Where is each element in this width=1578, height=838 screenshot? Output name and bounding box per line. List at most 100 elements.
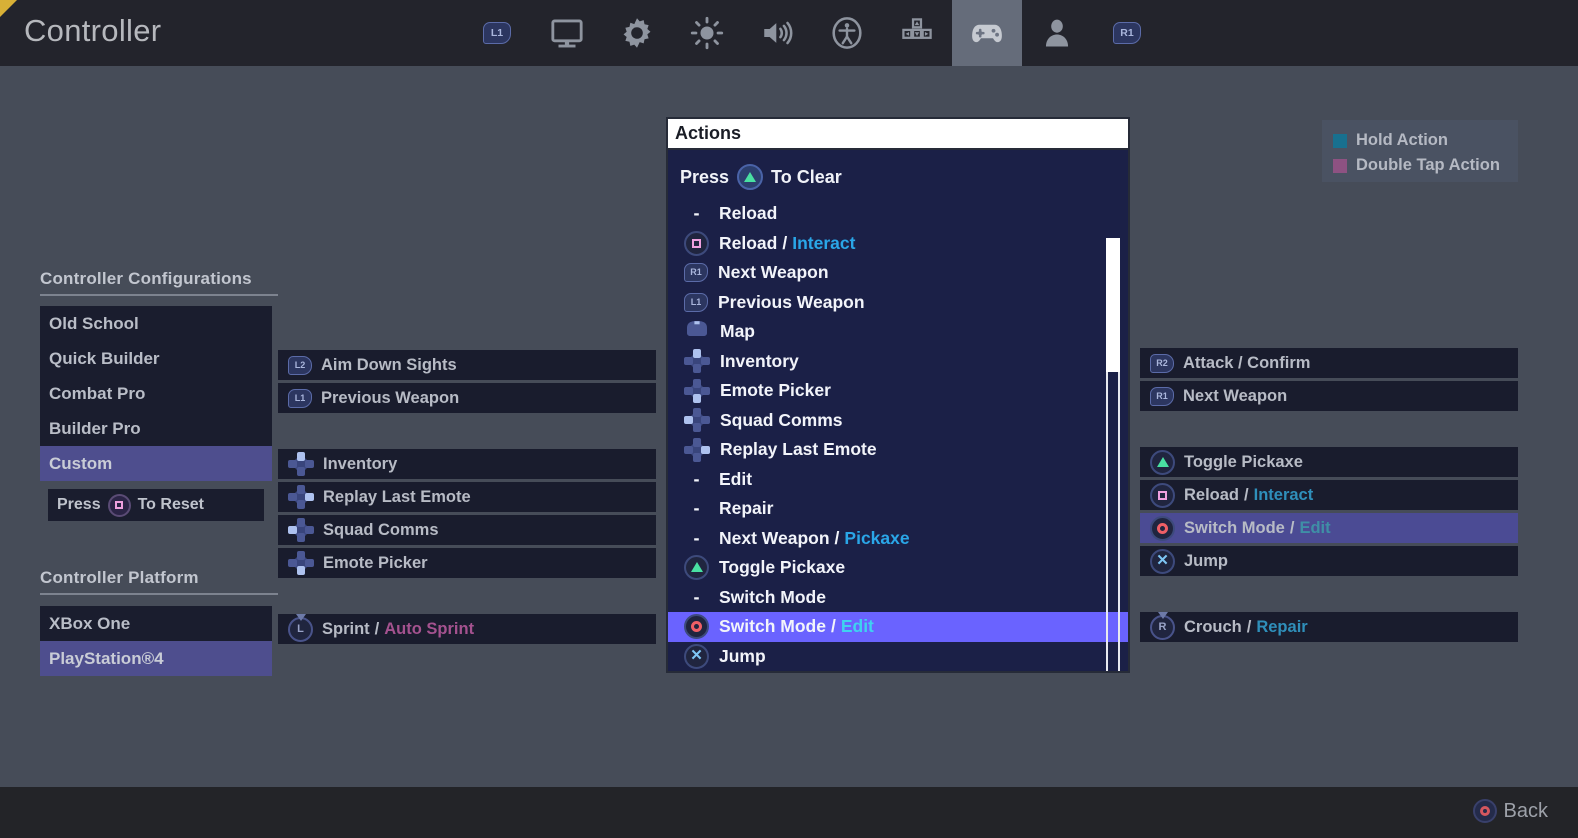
unbound-icon: - (684, 469, 709, 490)
left-stick-icon: L (288, 617, 313, 642)
config-option-builder-pro[interactable]: Builder Pro (40, 411, 272, 446)
binding-label: Reload (1184, 486, 1239, 505)
config-option-old-school[interactable]: Old School (40, 306, 272, 341)
r2-button-icon: R2 (1150, 354, 1174, 373)
binding-separator: / (1244, 486, 1249, 505)
binding-row[interactable]: Inventory (278, 449, 656, 479)
action-list-item[interactable]: Squad Comms (668, 406, 1128, 436)
action-list-item[interactable]: -Switch Mode (668, 583, 1128, 613)
action-list-item[interactable]: Emote Picker (668, 376, 1128, 406)
cross-button-icon: ✕ (684, 644, 709, 669)
action-list-item[interactable]: Reload/Interact (668, 229, 1128, 259)
config-option-custom[interactable]: Custom (40, 446, 272, 481)
action-list-item[interactable]: Toggle Pickaxe (668, 553, 1128, 583)
binding-row[interactable]: R1Next Weapon (1140, 381, 1518, 411)
controller-platform-heading: Controller Platform (40, 568, 278, 595)
nav-audio[interactable] (742, 0, 812, 66)
binding-row[interactable]: LSprint/Auto Sprint (278, 614, 656, 644)
brightness-icon (690, 16, 724, 50)
action-label: Next Weapon (718, 262, 829, 283)
clear-hint-suffix: To Clear (771, 167, 842, 188)
binding-label: Inventory (323, 455, 397, 474)
binding-row[interactable]: RCrouch/Repair (1140, 612, 1518, 642)
binding-separator: / (375, 620, 380, 639)
platform-option-xbox-one[interactable]: XBox One (40, 606, 272, 641)
binding-label: Toggle Pickaxe (1184, 453, 1303, 472)
action-list-item[interactable]: -Next Weapon/Pickaxe (668, 524, 1128, 554)
binding-row[interactable]: L2Aim Down Sights (278, 350, 656, 380)
binding-spacer (1140, 579, 1518, 612)
binding-label: Previous Weapon (321, 389, 459, 408)
binding-row[interactable]: Toggle Pickaxe (1140, 447, 1518, 477)
right-bindings-column: R2Attack / ConfirmR1Next Weapon Toggle Pi… (1140, 348, 1518, 645)
nav-game[interactable] (602, 0, 672, 66)
nav-display[interactable] (532, 0, 602, 66)
top-bar: Controller L1 (0, 0, 1578, 66)
action-list-item[interactable]: L1Previous Weapon (668, 288, 1128, 318)
action-label: Inventory (720, 351, 799, 372)
double-tap-action-label: Double Tap Action (1356, 156, 1500, 175)
binding-alt-label: Auto Sprint (384, 620, 474, 639)
actions-scrollbar-thumb[interactable] (1106, 238, 1120, 372)
action-list-item[interactable]: -Edit (668, 465, 1128, 495)
binding-spacer (278, 416, 656, 449)
option-label: Custom (49, 454, 112, 473)
binding-row[interactable]: ✕Jump (1140, 546, 1518, 576)
action-label: Toggle Pickaxe (719, 557, 845, 578)
gamepad-icon (970, 16, 1004, 50)
page-title: Controller (24, 13, 161, 49)
action-label: Reload (719, 203, 777, 224)
binding-row[interactable]: L1 Previous Weapon (278, 383, 656, 413)
unbound-icon: - (684, 528, 709, 549)
action-list-item[interactable]: -Repair (668, 494, 1128, 524)
square-button-icon (684, 231, 709, 256)
config-option-quick-builder[interactable]: Quick Builder (40, 341, 272, 376)
binding-row[interactable]: Replay Last Emote (278, 482, 656, 512)
controller-platform-list: XBox OnePlayStation®4 (40, 606, 272, 676)
keybinds-icon (900, 16, 934, 50)
binding-label: Jump (1184, 552, 1228, 571)
binding-separator: / (1247, 618, 1252, 637)
action-list-item[interactable]: Map (668, 317, 1128, 347)
action-label: Emote Picker (720, 380, 831, 401)
back-button[interactable]: Back (1473, 799, 1548, 823)
action-list-item[interactable]: Switch Mode/Edit (668, 612, 1128, 642)
reset-hint-prefix: Press (57, 496, 101, 514)
action-list-item[interactable]: R1Next Weapon (668, 258, 1128, 288)
actions-list: -ReloadReload/InteractR1Next WeaponL1Pre… (668, 199, 1128, 671)
action-label: Map (720, 321, 755, 342)
binding-row[interactable]: Switch Mode/Edit (1140, 513, 1518, 543)
l2-button-icon: L2 (288, 356, 312, 375)
action-list-item[interactable]: Inventory (668, 347, 1128, 377)
dpad-down-icon (684, 379, 710, 403)
binding-row[interactable]: Emote Picker (278, 548, 656, 578)
l1-button-icon: L1 (288, 389, 312, 408)
binding-row[interactable]: Squad Comms (278, 515, 656, 545)
actions-dialog-title: Actions (666, 117, 1130, 150)
action-list-item[interactable]: -Reload (668, 199, 1128, 229)
action-separator: / (782, 233, 787, 254)
action-list-item[interactable]: ✕Jump (668, 642, 1128, 672)
action-label: Squad Comms (720, 410, 843, 431)
nav-brightness[interactable] (672, 0, 742, 66)
r1-bumper-hint[interactable]: R1 (1092, 0, 1162, 66)
binding-alt-label: Interact (1254, 486, 1314, 505)
corner-accent-icon (0, 0, 17, 17)
config-option-combat-pro[interactable]: Combat Pro (40, 376, 272, 411)
action-list-item[interactable]: Replay Last Emote (668, 435, 1128, 465)
nav-accessibility[interactable] (812, 0, 882, 66)
action-separator: / (835, 528, 840, 549)
reset-hint[interactable]: Press To Reset (48, 489, 264, 521)
circle-button-icon (1150, 516, 1175, 541)
legend-row-hold: Hold Action (1333, 128, 1518, 153)
binding-row[interactable]: Reload / Interact (1140, 480, 1518, 510)
option-label: Combat Pro (49, 384, 145, 403)
l1-bumper-hint[interactable]: L1 (462, 0, 532, 66)
nav-input[interactable] (882, 0, 952, 66)
nav-controller[interactable] (952, 0, 1022, 66)
dpad-down-icon (288, 551, 314, 575)
clear-hint[interactable]: Press To Clear (668, 150, 1128, 190)
platform-option-playstation-4[interactable]: PlayStation®4 (40, 641, 272, 676)
nav-account[interactable] (1022, 0, 1092, 66)
binding-row[interactable]: R2Attack / Confirm (1140, 348, 1518, 378)
